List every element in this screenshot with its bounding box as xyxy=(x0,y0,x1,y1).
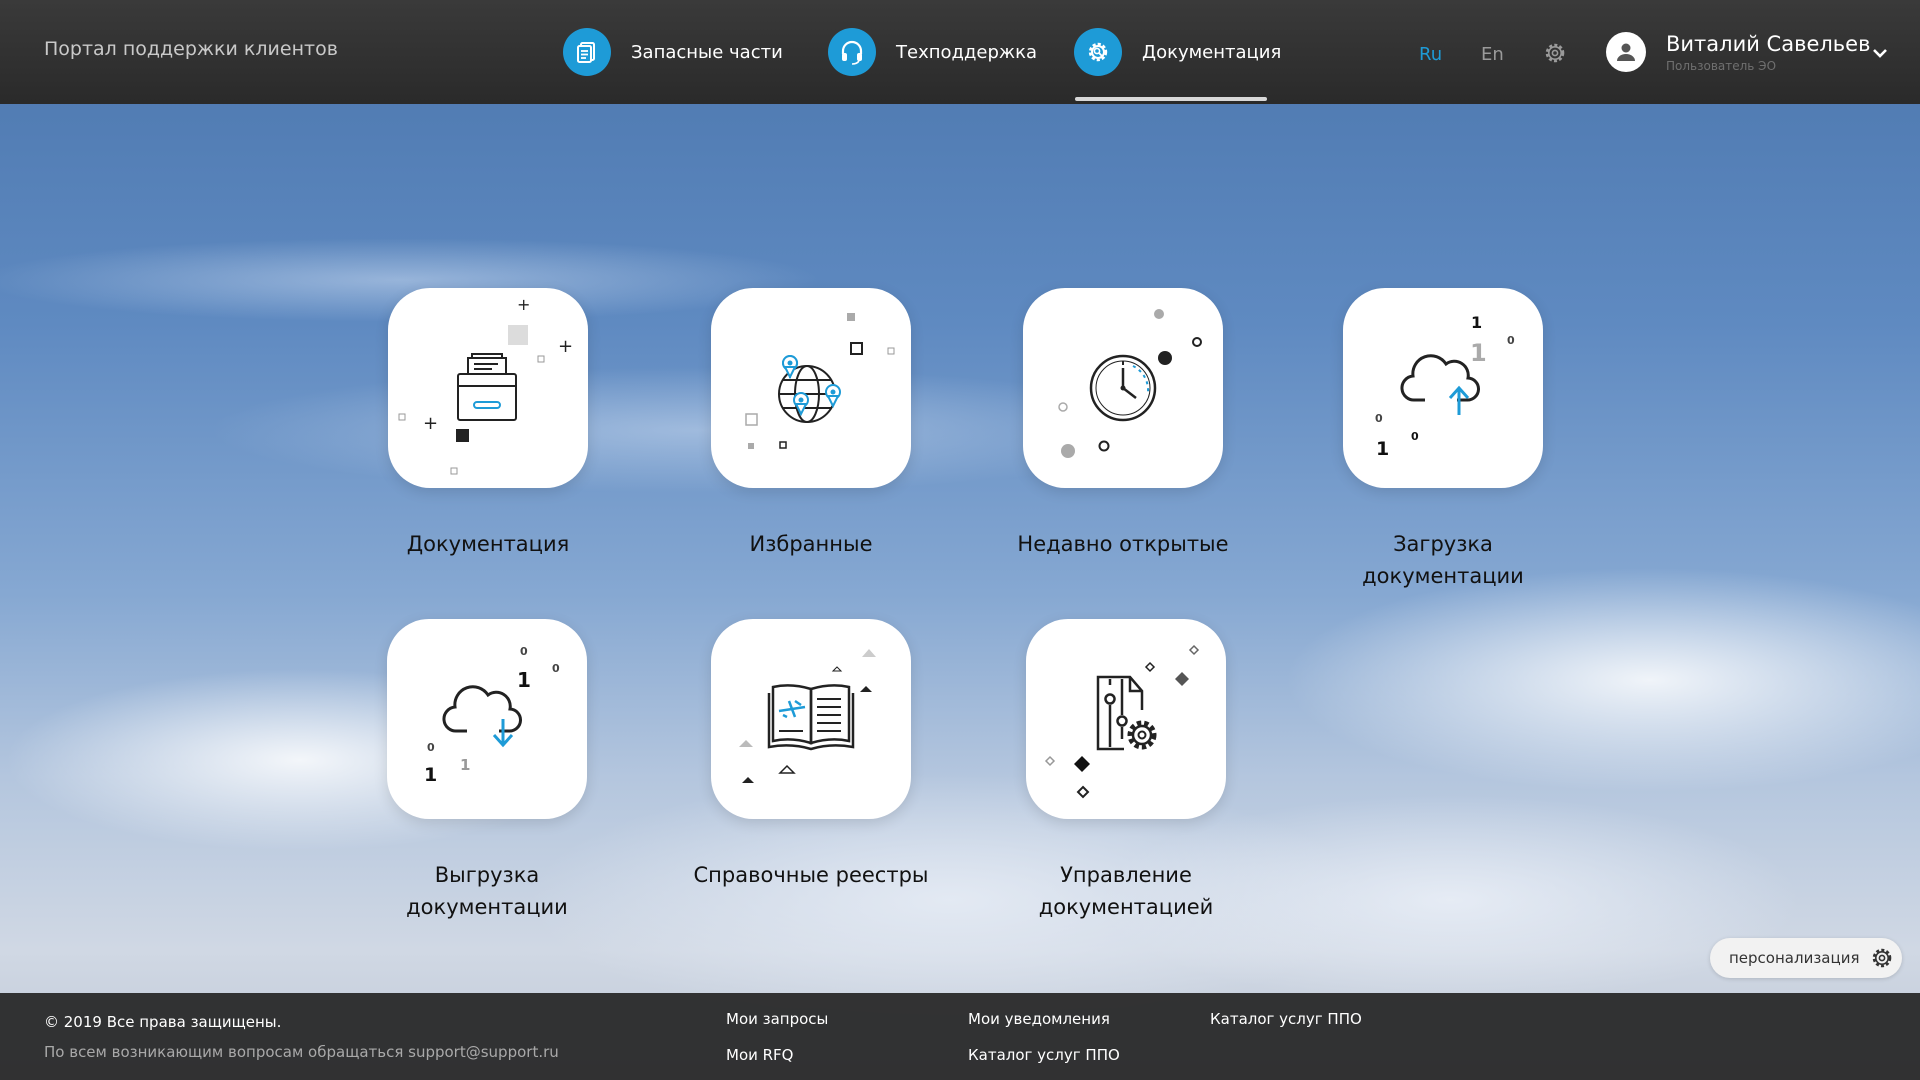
footer-link-my-requests[interactable]: Мои запросы xyxy=(726,1010,828,1028)
contact-text: По всем возникающим вопросам обращаться … xyxy=(44,1043,559,1061)
tile-documentation-box[interactable]: + + + xyxy=(388,288,588,488)
tile-management-label: Управление документацией xyxy=(1038,863,1214,919)
copyright-text: © 2019 Все права защищены. xyxy=(44,1013,282,1031)
tile-upload-label: Загрузка документации xyxy=(1362,532,1524,588)
open-book-icon xyxy=(739,649,876,783)
svg-text:+: + xyxy=(423,413,438,434)
tab-documentation-label: Документация xyxy=(1142,41,1282,63)
svg-text:0: 0 xyxy=(520,645,528,658)
gear-search-icon xyxy=(1074,28,1122,76)
footer-link-my-rfq[interactable]: Мои RFQ xyxy=(726,1046,794,1064)
personalization-label: персонализация xyxy=(1729,949,1860,967)
svg-text:0: 0 xyxy=(427,741,435,754)
user-name[interactable]: Виталий Савельев xyxy=(1666,32,1870,56)
chevron-down-icon[interactable] xyxy=(1872,44,1888,63)
svg-text:1: 1 xyxy=(1376,438,1389,460)
tile-management-box[interactable] xyxy=(1026,619,1226,819)
tile-recently-opened-box[interactable] xyxy=(1023,288,1223,488)
portal-title[interactable]: Портал поддержки клиентов xyxy=(44,38,338,60)
tile-documentation-management[interactable]: Управление документацией xyxy=(1026,619,1226,923)
user-icon xyxy=(1617,43,1635,61)
tile-reference-box[interactable] xyxy=(711,619,911,819)
cloud-upload-icon: 1 0 1 0 0 1 xyxy=(1375,313,1515,460)
tab-documentation[interactable]: Документация xyxy=(1074,28,1281,76)
tile-recently-opened-label: Недавно открытые xyxy=(1017,532,1229,556)
footer-link-service-catalog-2[interactable]: Каталог услуг ППО xyxy=(1210,1010,1362,1028)
tile-download-label: Выгрузка документации xyxy=(406,863,568,919)
file-cabinet-icon: + + + xyxy=(398,295,573,475)
gear-icon xyxy=(1870,946,1894,974)
tab-spare-parts-label: Запасные части xyxy=(631,41,783,63)
svg-text:1: 1 xyxy=(460,756,470,774)
svg-text:0: 0 xyxy=(552,662,560,675)
language-ru[interactable]: Ru xyxy=(1419,44,1442,65)
tile-documentation[interactable]: + + + Документация xyxy=(388,288,588,560)
svg-text:1: 1 xyxy=(1471,313,1482,332)
cloud-download-icon: 0 0 1 0 1 1 xyxy=(424,645,560,786)
tile-reference-label: Справочные реестры xyxy=(693,863,929,887)
footer-link-my-notifications[interactable]: Мои уведомления xyxy=(968,1010,1110,1028)
svg-text:+: + xyxy=(558,336,573,357)
svg-text:1: 1 xyxy=(424,764,437,786)
document-icon xyxy=(563,28,611,76)
footer: © 2019 Все права защищены. По всем возни… xyxy=(0,993,1920,1080)
svg-text:1: 1 xyxy=(517,668,531,692)
user-role: Пользователь ЭО xyxy=(1666,59,1777,73)
settings-gear-icon[interactable] xyxy=(1543,41,1567,69)
svg-text:1: 1 xyxy=(1470,339,1487,367)
svg-text:+: + xyxy=(517,295,530,314)
clock-icon xyxy=(1058,309,1202,458)
globe-pins-icon xyxy=(745,313,895,449)
tab-tech-support[interactable]: Техподдержка xyxy=(828,28,1037,76)
active-tab-indicator xyxy=(1075,97,1267,101)
personalization-button[interactable]: персонализация xyxy=(1710,938,1902,978)
headset-icon xyxy=(828,28,876,76)
tile-favorites[interactable]: Избранные xyxy=(711,288,911,560)
tile-download-box[interactable]: 0 0 1 0 1 1 xyxy=(387,619,587,819)
tab-tech-support-label: Техподдержка xyxy=(896,41,1038,63)
tile-favorites-label: Избранные xyxy=(749,532,873,556)
footer-link-service-catalog[interactable]: Каталог услуг ППО xyxy=(968,1046,1120,1064)
top-header: Портал поддержки клиентов Запасные части… xyxy=(0,0,1920,104)
svg-text:0: 0 xyxy=(1411,430,1419,443)
tile-upload-box[interactable]: 1 0 1 0 0 1 xyxy=(1343,288,1543,488)
tab-spare-parts[interactable]: Запасные части xyxy=(563,28,783,76)
tile-favorites-box[interactable] xyxy=(711,288,911,488)
language-en[interactable]: En xyxy=(1481,44,1504,65)
avatar[interactable] xyxy=(1606,32,1646,72)
svg-text:0: 0 xyxy=(1375,412,1383,425)
tile-reference-registers[interactable]: Справочные реестры xyxy=(694,619,929,891)
tile-documentation-label: Документация xyxy=(406,532,570,556)
document-gear-icon xyxy=(1044,644,1200,799)
svg-text:0: 0 xyxy=(1507,334,1515,347)
tile-download-documentation[interactable]: 0 0 1 0 1 1 Выгрузка документации xyxy=(387,619,587,923)
tile-upload-documentation[interactable]: 1 0 1 0 0 1 Загрузка документации xyxy=(1343,288,1543,592)
tile-recently-opened[interactable]: Недавно открытые xyxy=(1017,288,1229,560)
